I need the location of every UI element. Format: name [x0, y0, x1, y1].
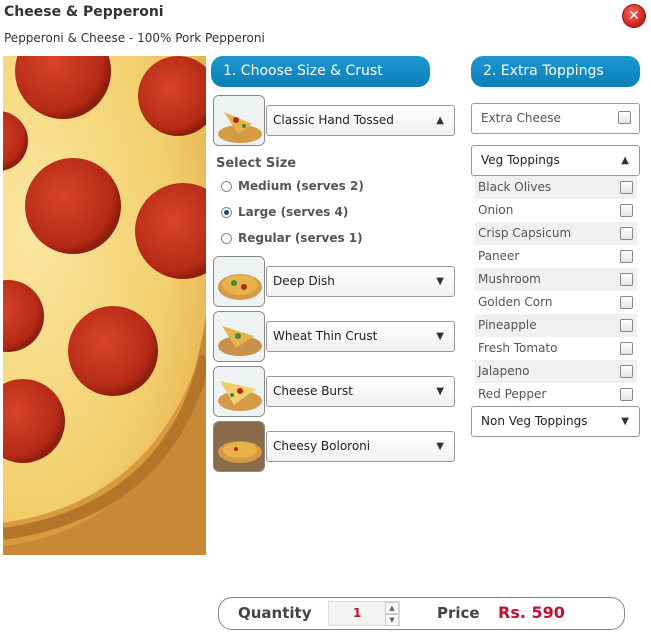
radio-button[interactable] [221, 232, 232, 244]
section-extra-toppings-header: 2. Extra Toppings [471, 56, 640, 87]
chevron-down-icon[interactable]: ▼ [436, 432, 444, 461]
decrement-icon[interactable]: ▼ [385, 614, 399, 626]
veg-topping-checkbox[interactable] [620, 365, 633, 378]
veg-topping-item[interactable]: Jalapeno [475, 360, 637, 383]
quantity-label: Quantity [238, 604, 312, 622]
veg-topping-label: Pineapple [478, 318, 537, 332]
size-option-label: Regular (serves 1) [238, 231, 363, 245]
veg-topping-label: Paneer [478, 249, 520, 263]
veg-topping-item[interactable]: Onion [475, 199, 637, 222]
veg-topping-item[interactable]: Pineapple [475, 314, 637, 337]
veg-toppings-header[interactable]: Veg Toppings ▲ [471, 145, 640, 176]
veg-topping-label: Golden Corn [478, 295, 553, 309]
veg-topping-label: Fresh Tomato [478, 341, 558, 355]
crust-label: Wheat Thin Crust [273, 329, 378, 343]
veg-topping-checkbox[interactable] [620, 181, 633, 194]
crust-label: Deep Dish [273, 274, 335, 288]
extra-cheese-label: Extra Cheese [481, 111, 561, 125]
quantity-value[interactable]: 1 [353, 606, 361, 620]
select-size-heading: Select Size [216, 156, 297, 171]
veg-topping-checkbox[interactable] [620, 250, 633, 263]
non-veg-toppings-label: Non Veg Toppings [481, 414, 588, 428]
chevron-down-icon[interactable]: ▼ [436, 267, 444, 296]
crust-thumbnail [213, 95, 265, 146]
dialog-subtitle: Pepperoni & Cheese - 100% Pork Pepperoni [4, 31, 265, 45]
veg-topping-item[interactable]: Golden Corn [475, 291, 637, 314]
dialog-title: Cheese & Pepperoni [4, 4, 164, 20]
veg-topping-label: Onion [478, 203, 514, 217]
radio-button[interactable] [221, 180, 232, 192]
crust-label: Cheesy Boloroni [273, 439, 371, 453]
crust-thumbnail [213, 311, 265, 362]
crust-thumbnail [213, 366, 265, 417]
crust-label: Classic Hand Tossed [273, 113, 394, 127]
veg-topping-item[interactable]: Crisp Capsicum [475, 222, 637, 245]
section-size-crust-header: 1. Choose Size & Crust [211, 56, 430, 87]
size-option-large[interactable]: Large (serves 4) [221, 205, 348, 219]
veg-topping-checkbox[interactable] [620, 227, 633, 240]
crust-thumbnail [213, 256, 265, 307]
chevron-down-icon[interactable]: ▼ [621, 407, 629, 436]
size-option-label: Medium (serves 2) [238, 179, 364, 193]
close-icon[interactable]: ✕ [622, 4, 646, 28]
crust-row-cheese-burst[interactable]: Cheese Burst ▼ [213, 366, 455, 417]
veg-toppings-label: Veg Toppings [481, 153, 560, 167]
crust-row-cheesy-boloroni[interactable]: Cheesy Boloroni ▼ [213, 421, 455, 472]
veg-topping-checkbox[interactable] [620, 388, 633, 401]
veg-topping-checkbox[interactable] [620, 273, 633, 286]
increment-icon[interactable]: ▲ [385, 602, 399, 614]
chevron-down-icon[interactable]: ▼ [436, 322, 444, 351]
veg-topping-label: Red Pepper [478, 387, 547, 401]
veg-topping-checkbox[interactable] [620, 342, 633, 355]
pizza-image [3, 56, 206, 555]
veg-topping-item[interactable]: Mushroom [475, 268, 637, 291]
veg-topping-label: Jalapeno [478, 364, 530, 378]
veg-topping-item[interactable]: Paneer [475, 245, 637, 268]
quantity-stepper[interactable]: 1 ▲ ▼ [328, 601, 400, 626]
crust-row-classic-hand-tossed[interactable]: Classic Hand Tossed ▲ [213, 95, 455, 146]
extra-cheese-option[interactable]: Extra Cheese [471, 103, 640, 134]
order-bar: Quantity 1 ▲ ▼ Price Rs. 590 [218, 597, 625, 630]
veg-topping-checkbox[interactable] [620, 296, 633, 309]
radio-button[interactable] [221, 206, 232, 218]
non-veg-toppings-header[interactable]: Non Veg Toppings ▼ [471, 406, 640, 437]
extra-cheese-checkbox[interactable] [618, 111, 631, 124]
veg-topping-label: Mushroom [478, 272, 541, 286]
chevron-down-icon[interactable]: ▼ [436, 377, 444, 406]
veg-topping-checkbox[interactable] [620, 319, 633, 332]
crust-row-wheat-thin-crust[interactable]: Wheat Thin Crust ▼ [213, 311, 455, 362]
size-option-regular[interactable]: Regular (serves 1) [221, 231, 363, 245]
size-option-medium[interactable]: Medium (serves 2) [221, 179, 364, 193]
chevron-up-icon[interactable]: ▲ [436, 106, 444, 135]
price-label: Price [437, 604, 480, 622]
veg-topping-label: Black Olives [478, 180, 552, 194]
crust-label: Cheese Burst [273, 384, 353, 398]
crust-thumbnail [213, 421, 265, 472]
veg-topping-item[interactable]: Black Olives [475, 176, 637, 199]
size-option-label: Large (serves 4) [238, 205, 349, 219]
chevron-up-icon[interactable]: ▲ [621, 146, 629, 175]
price-value: Rs. 590 [498, 603, 565, 622]
veg-topping-label: Crisp Capsicum [478, 226, 572, 240]
crust-row-deep-dish[interactable]: Deep Dish ▼ [213, 256, 455, 307]
veg-topping-item[interactable]: Red Pepper [475, 383, 637, 406]
veg-topping-item[interactable]: Fresh Tomato [475, 337, 637, 360]
veg-topping-checkbox[interactable] [620, 204, 633, 217]
